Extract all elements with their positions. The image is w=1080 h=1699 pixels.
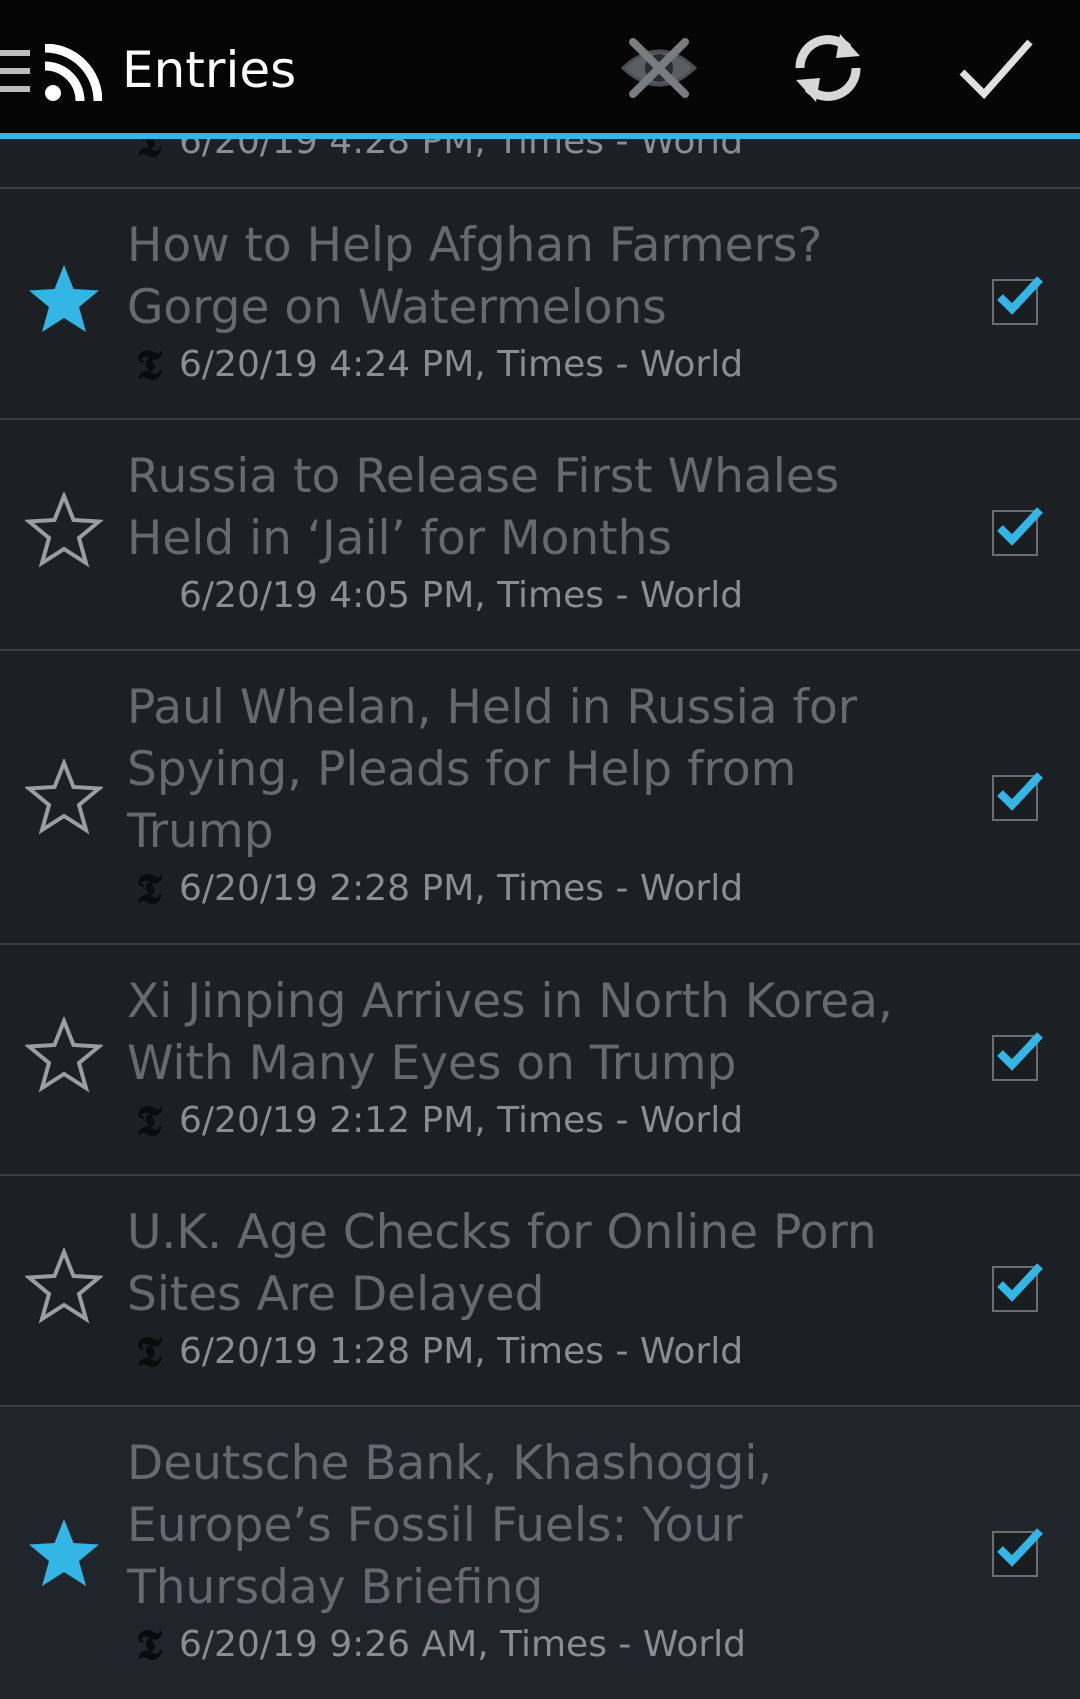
list-item[interactable]: Xi Jinping Arrives in North Korea, With … — [0, 943, 1080, 1174]
screen-title: Entries — [122, 41, 297, 99]
mark-all-read-icon — [959, 39, 1033, 100]
read-checkbox[interactable] — [992, 1528, 1043, 1581]
hide-read-icon — [620, 38, 698, 98]
list-item[interactable]: Paul Whelan, Held in Russia for Spying, … — [0, 649, 1080, 943]
hide-read-button[interactable] — [615, 28, 703, 108]
list-item[interactable]: Deutsche Bank, Khashoggi, Europe’s Fossi… — [0, 1405, 1080, 1699]
check-icon — [997, 1032, 1043, 1071]
refresh-button[interactable] — [784, 28, 872, 108]
read-checkbox[interactable] — [992, 1263, 1043, 1316]
entry-feed: Times - World — [497, 1100, 744, 1141]
entry-date: 6/20/19 2:28 PM — [179, 868, 475, 909]
entry-meta: 𝕿6/20/19 4:05 PM, Times - World — [127, 572, 743, 618]
star-filled-icon[interactable] — [25, 1515, 103, 1593]
feed-favicon-icon: 𝕿 — [136, 1620, 162, 1669]
menu-icon[interactable] — [0, 50, 30, 92]
check-icon — [997, 507, 1043, 546]
entry-date: 6/20/19 9:26 AM — [179, 1624, 478, 1665]
refresh-icon — [795, 34, 861, 102]
read-checkbox[interactable] — [992, 772, 1043, 825]
star-outline-icon[interactable] — [25, 1248, 103, 1326]
check-icon — [997, 1263, 1043, 1302]
entry-feed: Times - World — [500, 1624, 746, 1665]
feed-favicon-icon: 𝕿 — [136, 340, 162, 389]
entry-date: 6/20/19 4:28 PM — [179, 139, 475, 162]
feed-favicon-icon: 𝕿 — [136, 1327, 162, 1376]
entry-meta: 𝕿 6/20/19 4:24 PM, Times - World — [127, 340, 744, 389]
entry-meta: 𝕿 6/20/19 1:28 PM, Times - World — [127, 1327, 744, 1376]
mark-all-read-button[interactable] — [950, 28, 1038, 108]
entry-feed: Times - World — [497, 868, 744, 909]
list-item[interactable]: U.K. Age Checks for Online Porn Sites Ar… — [0, 1174, 1080, 1405]
entry-title: Paul Whelan, Held in Russia for Spying, … — [127, 680, 858, 859]
star-outline-icon[interactable] — [25, 1017, 103, 1095]
feed-favicon-icon: 𝕿 — [127, 573, 171, 619]
entry-feed: Times - World — [497, 575, 744, 616]
list-item[interactable]: How to Help Afghan Farmers? Gorge on Wat… — [0, 187, 1080, 418]
rss-icon — [44, 44, 102, 102]
entry-title: Russia to Release First Whales Held in ‘… — [127, 449, 840, 566]
entry-title: Deutsche Bank, Khashoggi, Europe’s Fossi… — [127, 1436, 773, 1615]
entry-title: U.K. Age Checks for Online Porn Sites Ar… — [127, 1205, 877, 1322]
entry-feed: Times - World — [497, 139, 744, 162]
entry-meta: 𝕿 6/20/19 9:26 AM, Times - World — [127, 1620, 746, 1669]
entry-date: 6/20/19 4:05 PM — [179, 575, 475, 616]
read-checkbox[interactable] — [992, 276, 1043, 329]
star-filled-icon[interactable] — [25, 261, 103, 339]
list-item-partial[interactable]: 𝕿 6/20/19 4:28 PM, Times - World — [0, 139, 1080, 189]
action-bar: Entries — [0, 0, 1080, 139]
entry-list[interactable]: 𝕿 6/20/19 4:28 PM, Times - World How to H… — [0, 139, 1080, 1699]
entry-meta: 𝕿 6/20/19 2:28 PM, Times - World — [127, 864, 744, 913]
star-outline-icon[interactable] — [25, 759, 103, 837]
feed-favicon-icon: 𝕿 — [136, 1096, 162, 1145]
feed-favicon-icon: 𝕿 — [136, 864, 162, 913]
entry-date: 6/20/19 1:28 PM — [179, 1331, 475, 1372]
feed-favicon-icon: 𝕿 — [136, 139, 162, 166]
entry-meta: 𝕿 6/20/19 2:12 PM, Times - World — [127, 1096, 744, 1145]
check-icon — [997, 276, 1043, 315]
read-checkbox[interactable] — [992, 1032, 1043, 1085]
entry-date: 6/20/19 4:24 PM — [179, 344, 475, 385]
read-checkbox[interactable] — [992, 507, 1043, 560]
check-icon — [997, 772, 1043, 811]
entry-title: Xi Jinping Arrives in North Korea, With … — [127, 974, 893, 1091]
check-icon — [997, 1528, 1043, 1567]
star-outline-icon[interactable] — [25, 492, 103, 570]
entry-feed: Times - World — [497, 344, 744, 385]
entry-title: How to Help Afghan Farmers? Gorge on Wat… — [127, 218, 823, 335]
entry-meta: 𝕿 6/20/19 4:28 PM, Times - World — [127, 139, 744, 166]
entry-date: 6/20/19 2:12 PM — [179, 1100, 475, 1141]
entry-feed: Times - World — [497, 1331, 744, 1372]
list-item[interactable]: Russia to Release First Whales Held in ‘… — [0, 418, 1080, 649]
